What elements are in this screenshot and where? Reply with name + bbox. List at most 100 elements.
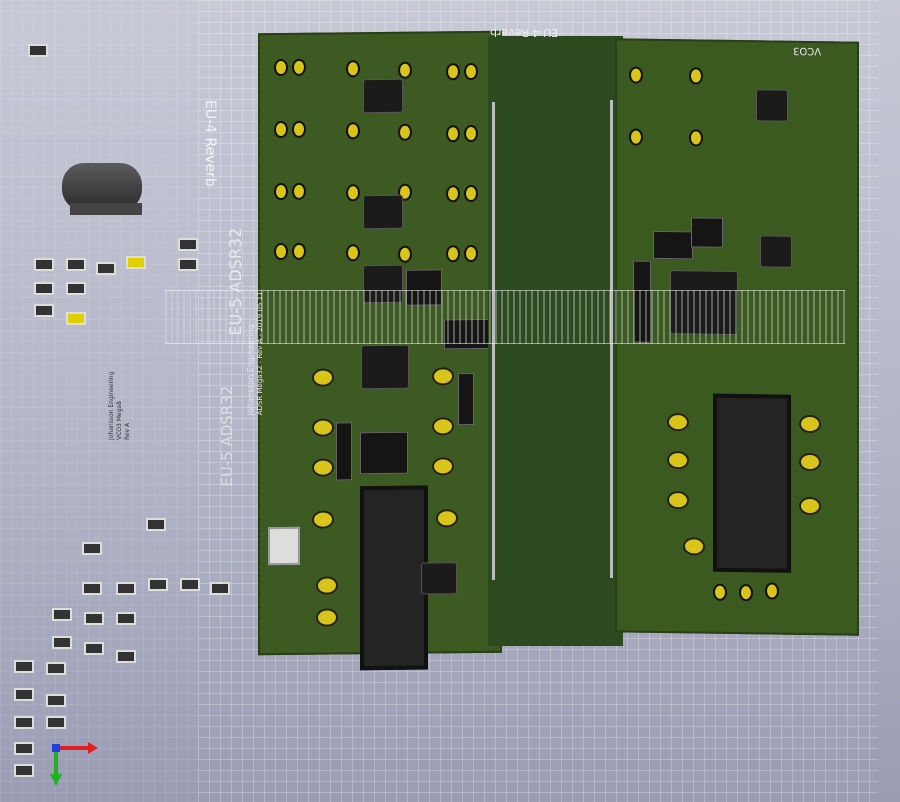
- pad: [274, 182, 288, 201]
- jack-pad: [683, 537, 705, 556]
- loose-smd-18: [116, 612, 136, 625]
- loose-smd-23: [46, 662, 66, 675]
- jack-pad: [432, 367, 454, 386]
- loose-smd-2: [66, 258, 86, 271]
- usb-connector: [268, 526, 300, 566]
- loose-smd-15: [210, 582, 230, 595]
- jack-pad: [312, 510, 334, 529]
- jack-pad: [316, 576, 338, 595]
- board2-side-label: EU-4 Reverb: [202, 100, 218, 187]
- header-j3: [691, 217, 723, 248]
- loose-smd-20: [84, 642, 104, 655]
- ic-u2: [364, 195, 402, 229]
- loose-smd-5: [66, 282, 86, 295]
- pad: [346, 122, 360, 140]
- 3d-viewport[interactable]: Johansson Engineering VCO3 Mega8 Rev A E…: [0, 0, 900, 802]
- loose-smd-14: [180, 578, 200, 591]
- section-plane-band: [165, 290, 845, 344]
- pad: [274, 242, 288, 261]
- jack-pad: [799, 452, 821, 472]
- board2-top-label: EU-4 Reverb: [490, 26, 559, 39]
- loose-smd-19: [52, 636, 72, 649]
- pad: [765, 582, 779, 600]
- pad: [689, 67, 703, 85]
- jack-pad: [312, 418, 334, 437]
- loose-smd-11: [82, 582, 102, 595]
- pad: [689, 129, 703, 147]
- loose-smd-30: [28, 44, 48, 57]
- left-credit-text-3: Rev A: [124, 422, 131, 440]
- pad: [398, 245, 412, 263]
- pad: [398, 123, 412, 141]
- loose-smd-27: [46, 716, 66, 729]
- pad: [464, 124, 478, 143]
- jack-pad: [436, 509, 458, 528]
- loose-smd-3: [96, 262, 116, 275]
- pad: [274, 120, 288, 139]
- pad: [464, 62, 478, 81]
- pad: [446, 125, 460, 143]
- connector-j1: [360, 485, 428, 671]
- loose-smd-26: [14, 716, 34, 729]
- jack-pad: [799, 414, 821, 434]
- pad: [464, 184, 478, 203]
- board1-mirror-label: EU-5 ADSR32: [218, 385, 236, 487]
- jack-pad: [667, 413, 689, 432]
- connector-j5: [713, 393, 791, 573]
- loose-smd-21: [116, 650, 136, 663]
- grid-left: [0, 0, 198, 802]
- pad: [292, 242, 306, 260]
- loose-smd-6: [34, 304, 54, 317]
- header-vertical: [458, 373, 474, 426]
- jack-pad: [312, 368, 334, 387]
- left-credit-text-1: Johansson Engineering: [108, 371, 115, 440]
- board3-top-label: VCO3: [793, 44, 822, 57]
- jack-pad: [316, 608, 338, 627]
- jack-pad: [667, 451, 689, 470]
- loose-smd-7: [178, 238, 198, 251]
- pad: [629, 128, 643, 146]
- loose-smd-28: [14, 742, 34, 755]
- ic-u1: [364, 79, 402, 113]
- pad: [446, 185, 460, 203]
- ic-u5: [761, 236, 791, 267]
- jack-pad: [432, 457, 454, 476]
- loose-smd-24: [14, 688, 34, 701]
- loose-smd-9: [146, 518, 166, 531]
- y-axis-head: [50, 774, 62, 786]
- ic-regulator: [422, 563, 456, 594]
- pad: [446, 245, 460, 263]
- ic-mcu: [362, 345, 408, 389]
- jack-pad: [667, 491, 689, 510]
- ic-u4: [757, 90, 787, 121]
- pad: [346, 60, 360, 78]
- pad: [398, 61, 412, 79]
- loose-smd-8: [178, 258, 198, 271]
- pad: [713, 583, 727, 601]
- left-credit-text-2: VCO3 Mega8: [116, 401, 123, 440]
- loose-smd-12: [116, 582, 136, 595]
- z-axis-marker: [52, 744, 60, 752]
- header-j2: [653, 230, 693, 260]
- loose-smd-29: [14, 764, 34, 777]
- pad: [446, 63, 460, 81]
- header-side: [336, 422, 352, 481]
- jack-pad: [432, 417, 454, 436]
- pad: [739, 584, 753, 602]
- loose-smd-17: [84, 612, 104, 625]
- pad: [629, 66, 643, 84]
- pad: [346, 184, 360, 202]
- loose-smd-25: [46, 694, 66, 707]
- pad: [464, 244, 478, 263]
- crystal-base: [70, 203, 142, 215]
- pad: [274, 58, 288, 77]
- jack-pad: [312, 458, 334, 477]
- loose-smd-1: [34, 258, 54, 271]
- loose-smd-16: [52, 608, 72, 621]
- loose-smd-13: [148, 578, 168, 591]
- loose-smd-4: [34, 282, 54, 295]
- axis-indicator: [50, 742, 98, 786]
- loose-led-2: [126, 256, 146, 269]
- header-block: [360, 431, 408, 475]
- loose-led: [66, 312, 86, 325]
